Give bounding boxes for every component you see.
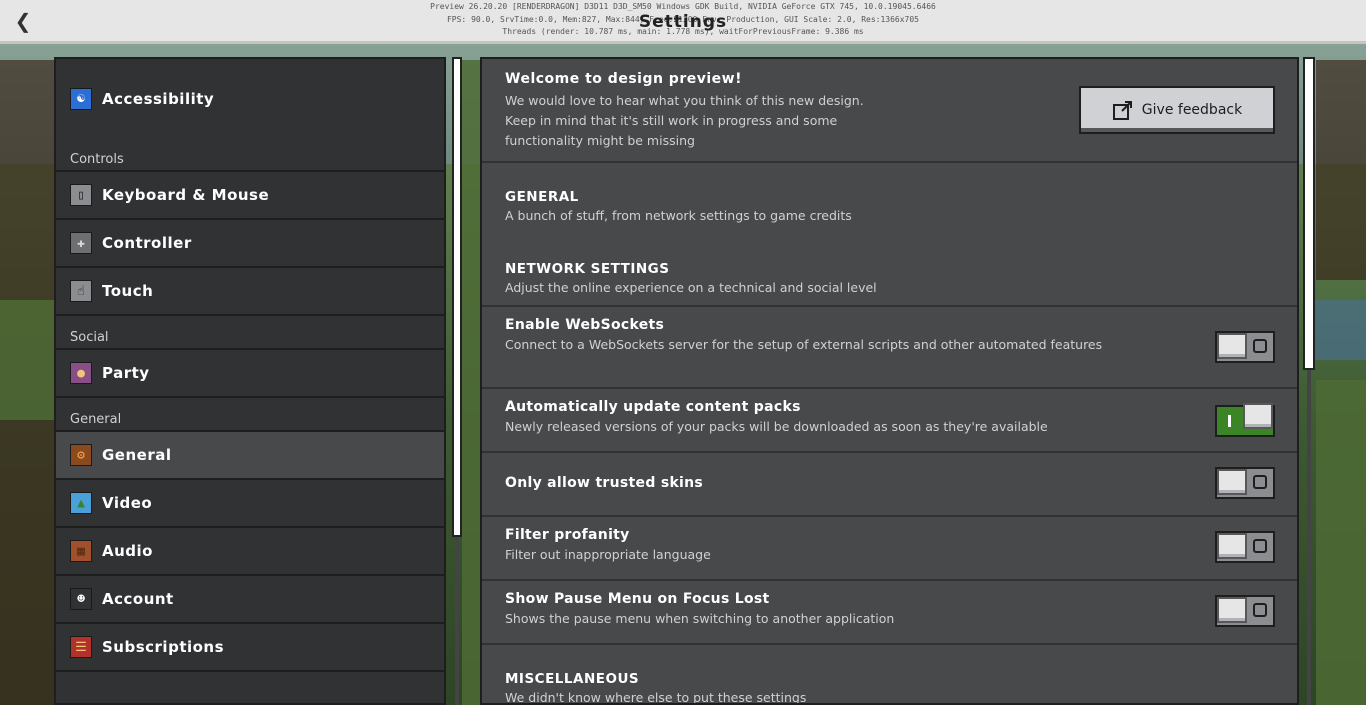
- sidebar-item-accessibility[interactable]: ☯ Accessibility: [56, 59, 444, 138]
- setting-desc: Filter out inappropriate language: [505, 547, 711, 562]
- controller-icon: ✚: [70, 232, 92, 254]
- trusted-skins-toggle[interactable]: [1215, 467, 1275, 499]
- accessibility-icon: ☯: [70, 87, 92, 110]
- settings-sidebar: ☯ Accessibility Controls ▯ Keyboard & Mo…: [54, 57, 446, 705]
- gear-icon: ⚙: [70, 444, 92, 466]
- give-feedback-button[interactable]: Give feedback: [1079, 86, 1275, 134]
- setting-row-pause-on-focus-lost: Show Pause Menu on Focus Lost Shows the …: [482, 581, 1297, 645]
- sidebar-item-video[interactable]: ▲ Video: [56, 480, 444, 528]
- top-bar: ❮ Preview 26.20.20 [RENDERDRAGON] D3D11 …: [0, 0, 1366, 44]
- settings-content: Welcome to design preview! We would love…: [480, 57, 1299, 705]
- section-desc: A bunch of stuff, from network settings …: [505, 208, 852, 223]
- sidebar-item-label: General: [102, 446, 172, 464]
- sidebar-item-label: Keyboard & Mouse: [102, 186, 270, 204]
- external-link-icon: [1112, 101, 1132, 120]
- setting-row-trusted-skins: Only allow trusted skins: [482, 453, 1297, 517]
- banner-body: We would love to hear what you think of …: [505, 93, 864, 148]
- setting-title: Only allow trusted skins: [505, 475, 704, 491]
- setting-title: Show Pause Menu on Focus Lost: [505, 591, 770, 607]
- sidebar-item-controller[interactable]: ✚ Controller: [56, 220, 444, 268]
- section-miscellaneous: MISCELLANEOUS We didn't know where else …: [482, 645, 1297, 705]
- auto-update-toggle[interactable]: [1215, 403, 1275, 437]
- sidebar-header-general: General: [56, 398, 444, 432]
- image-icon: ▲: [70, 492, 92, 514]
- sidebar-header-controls: Controls: [56, 138, 444, 172]
- sidebar-scroll-track: [455, 537, 459, 705]
- sidebar-item-keyboard-mouse[interactable]: ▯ Keyboard & Mouse: [56, 172, 444, 220]
- setting-row-auto-update-packs: Automatically update content packs Newly…: [482, 389, 1297, 453]
- setting-desc: Newly released versions of your packs wi…: [505, 419, 1048, 434]
- sidebar-item-label: Touch: [102, 282, 154, 300]
- content-scroll-track: [1307, 370, 1311, 705]
- sidebar-item-label: Party: [102, 364, 150, 382]
- section-title: GENERAL: [505, 189, 579, 205]
- setting-title: Automatically update content packs: [505, 399, 801, 415]
- sidebar-item-general[interactable]: ⚙ General: [56, 432, 444, 480]
- section-desc: We didn't know where else to put these s…: [505, 690, 807, 705]
- section-general: GENERAL A bunch of stuff, from network s…: [482, 163, 1297, 235]
- sidebar-item-label: Controller: [102, 234, 192, 252]
- sidebar-item-audio[interactable]: ▦ Audio: [56, 528, 444, 576]
- page-title: Settings: [638, 12, 728, 32]
- setting-desc: Connect to a WebSockets server for the s…: [505, 337, 1103, 352]
- setting-title: Filter profanity: [505, 527, 630, 543]
- filter-profanity-toggle[interactable]: [1215, 531, 1275, 563]
- section-title: NETWORK SETTINGS: [505, 261, 670, 277]
- sidebar-item-party[interactable]: ● Party: [56, 350, 444, 398]
- design-preview-banner: Welcome to design preview! We would love…: [482, 59, 1297, 163]
- pause-on-focus-lost-toggle[interactable]: [1215, 595, 1275, 627]
- sidebar-item-label: Audio: [102, 542, 153, 560]
- banner-title: Welcome to design preview!: [505, 71, 742, 87]
- mouse-icon: ▯: [70, 184, 92, 206]
- sidebar-item-label: Accessibility: [102, 89, 215, 108]
- setting-desc: Shows the pause menu when switching to a…: [505, 611, 895, 626]
- account-icon: ☻: [70, 588, 92, 610]
- websockets-toggle[interactable]: [1215, 331, 1275, 363]
- sidebar-item-account[interactable]: ☻ Account: [56, 576, 444, 624]
- content-scrollbar[interactable]: [1303, 57, 1315, 370]
- section-network-settings: NETWORK SETTINGS Adjust the online exper…: [482, 235, 1297, 307]
- note-block-icon: ▦: [70, 540, 92, 562]
- sidebar-header-social: Social: [56, 316, 444, 350]
- touch-icon: ☝: [70, 280, 92, 302]
- give-feedback-label: Give feedback: [1141, 102, 1243, 118]
- section-desc: Adjust the online experience on a techni…: [505, 280, 877, 295]
- sidebar-item-label: Subscriptions: [102, 638, 225, 656]
- sidebar-item-touch[interactable]: ☝ Touch: [56, 268, 444, 316]
- setting-row-filter-profanity: Filter profanity Filter out inappropriat…: [482, 517, 1297, 581]
- sidebar-scrollbar[interactable]: [452, 57, 462, 537]
- section-title: MISCELLANEOUS: [505, 671, 640, 687]
- sidebar-item-label: Video: [102, 494, 153, 512]
- subscriptions-icon: ☰: [70, 636, 92, 658]
- setting-title: Enable WebSockets: [505, 317, 665, 333]
- setting-row-websockets: Enable WebSockets Connect to a WebSocket…: [482, 307, 1297, 389]
- sidebar-item-subscriptions[interactable]: ☰ Subscriptions: [56, 624, 444, 672]
- sidebar-item-label: Account: [102, 590, 174, 608]
- party-icon: ●: [70, 362, 92, 384]
